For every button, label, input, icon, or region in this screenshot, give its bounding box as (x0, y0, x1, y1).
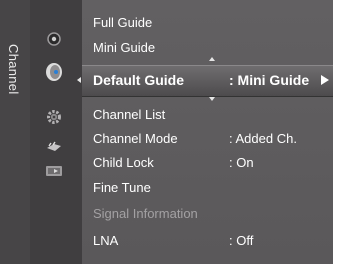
input-icon[interactable] (44, 137, 64, 157)
menu-item-label: Child Lock (93, 155, 154, 170)
menu-item-label: Channel Mode (93, 131, 178, 146)
menu-item-label: Full Guide (93, 15, 153, 30)
menu-item-value: : Added Ch. (229, 131, 297, 146)
scroll-up-arrow (209, 57, 215, 61)
back-arrow (77, 77, 81, 83)
menu-item-label: Channel List (93, 107, 166, 122)
menu-item-value: : Mini Guide (229, 72, 310, 88)
application-icon[interactable] (44, 161, 64, 181)
submenu-arrow-icon (321, 75, 329, 85)
channel-dish-icon[interactable] (44, 62, 64, 82)
picture-icon[interactable] (44, 29, 64, 49)
menu-item-label: LNA (93, 233, 119, 248)
menu-item-label: Mini Guide (93, 40, 156, 55)
menu-item-label: Default Guide (93, 72, 185, 88)
menu-item-value: : On (229, 155, 254, 170)
scroll-down-arrow (209, 97, 215, 101)
channel-menu: Full Guide Mini Guide Default Guide : Mi… (77, 0, 333, 264)
menu-item-value: : Off (229, 233, 254, 248)
menu-item-label: Signal Information (93, 206, 198, 221)
tv-osd-screen: Channel Full Guide Mini Guide Default Gu… (0, 0, 333, 264)
setup-gear-icon[interactable] (44, 107, 64, 127)
side-tab-label: Channel (6, 44, 21, 95)
menu-item-label: Fine Tune (93, 180, 151, 195)
channel-side-tab: Channel (0, 0, 30, 264)
menu-icon-column (30, 0, 82, 264)
